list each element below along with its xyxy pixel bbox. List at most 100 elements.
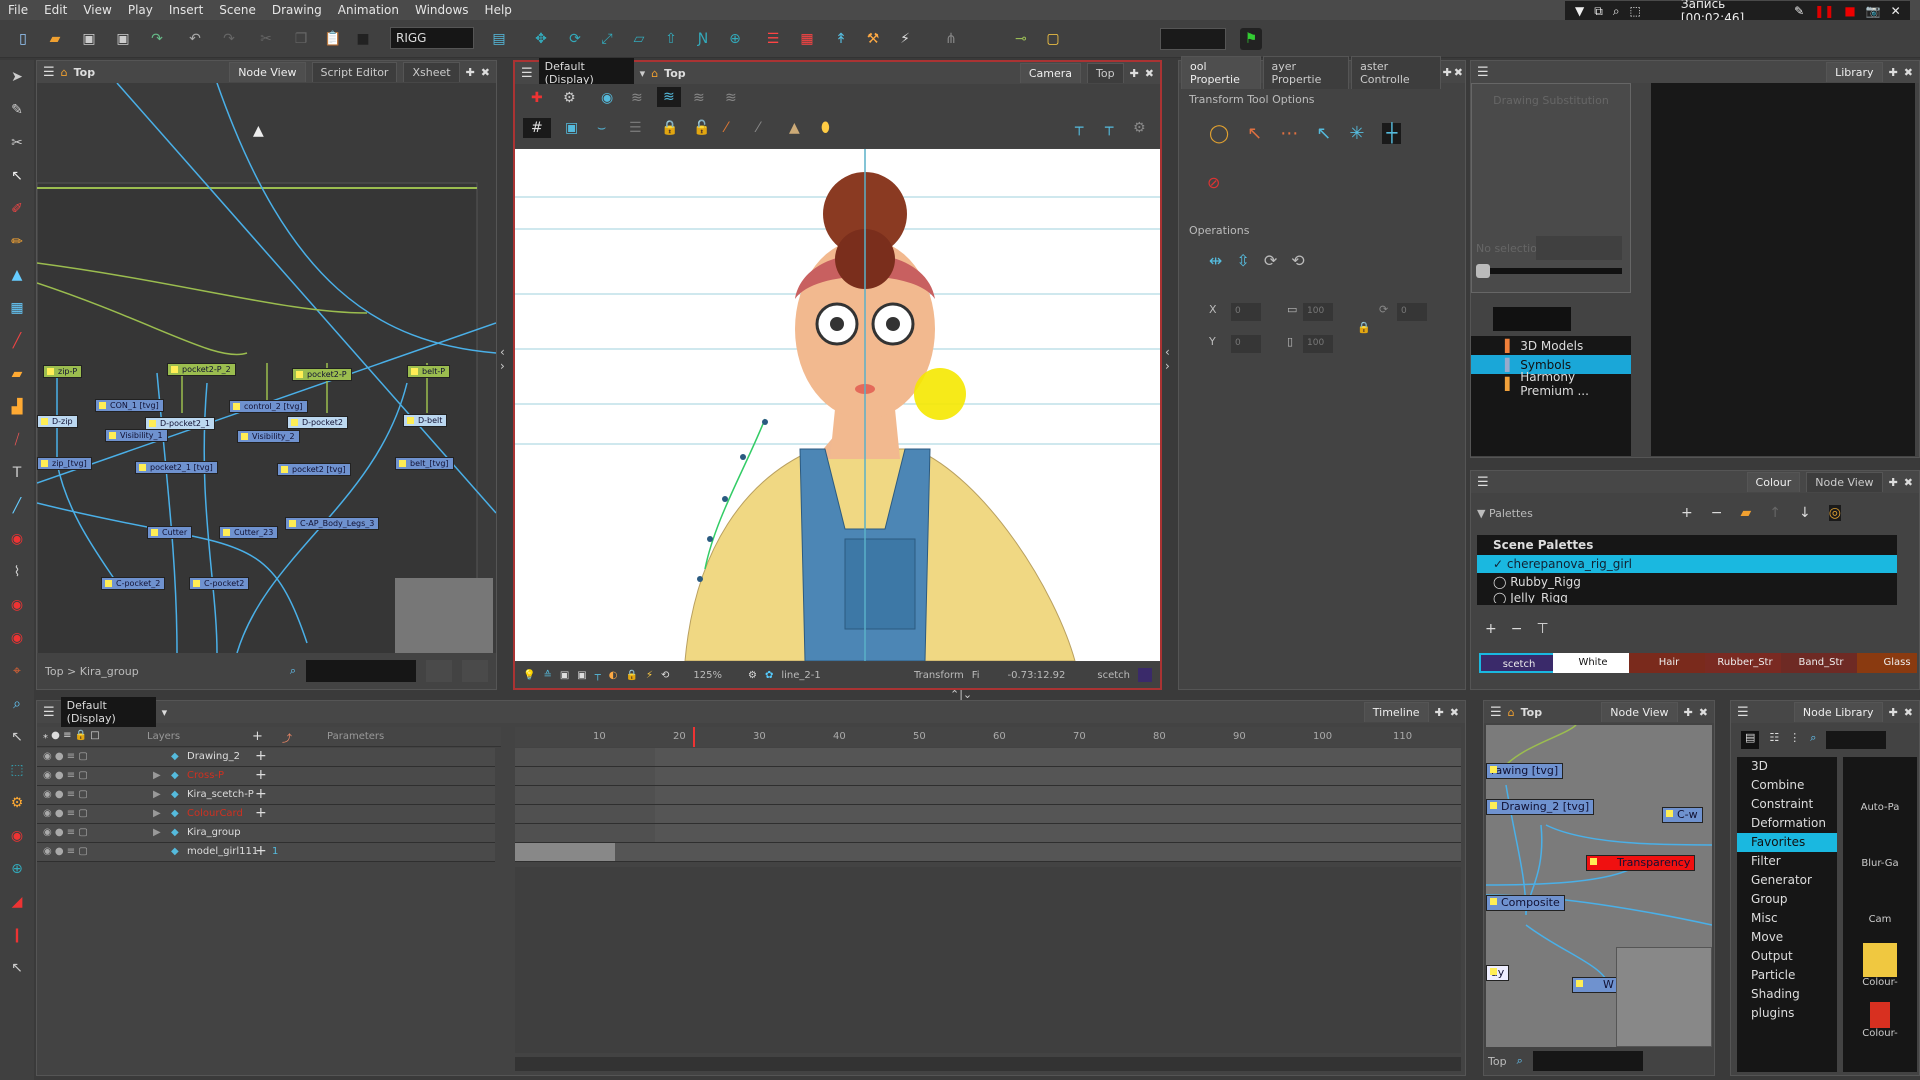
y-field[interactable]: 0 — [1231, 335, 1261, 353]
node-category-item[interactable]: Favorites — [1737, 833, 1837, 852]
lock-icon[interactable]: 🔒 — [626, 670, 638, 681]
exposure-block[interactable] — [515, 786, 655, 804]
polyline-icon[interactable]: ▦ — [0, 291, 34, 324]
lasso-points-icon[interactable]: ⋯ — [1280, 123, 1298, 144]
library-search-input[interactable] — [1493, 307, 1571, 331]
tab-layer-properties[interactable]: ayer Propertie — [1262, 55, 1350, 89]
unlock-icon[interactable]: 🔓 — [693, 120, 710, 136]
node-library-search[interactable] — [1826, 731, 1887, 749]
remove-colour-icon[interactable]: − — [1511, 621, 1523, 637]
tab-library[interactable]: Library — [1826, 62, 1883, 82]
deformer-select[interactable] — [1160, 28, 1226, 50]
expand-icon[interactable]: ▶ — [153, 808, 161, 819]
x-field[interactable]: 0 — [1231, 303, 1261, 321]
list-view-icon[interactable]: ☷ — [1769, 731, 1779, 749]
substitution-slider[interactable] — [1476, 264, 1622, 278]
node-c-w[interactable]: C-w — [1662, 807, 1703, 823]
text-tool-icon[interactable]: T — [0, 456, 34, 489]
display-select[interactable]: Default (Display) — [60, 697, 156, 727]
layer-row[interactable]: ◉ ● ≡ ▢ ▶ ◆ Cross-P + — [37, 767, 495, 786]
palette-item[interactable]: ✓ cherepanova_rig_girl — [1477, 555, 1897, 573]
undo-icon[interactable]: ↶ — [184, 28, 206, 50]
rotate-ccw-90-icon[interactable]: ⟲ — [1291, 251, 1304, 270]
transform-alt-icon[interactable]: ⬚ — [0, 753, 34, 786]
node-category-item[interactable]: Particle — [1737, 966, 1837, 985]
layer-row[interactable]: ◉ ● ≡ ▢ ◆ model_girl111 +1 — [37, 843, 495, 862]
tab-camera[interactable]: Camera — [1019, 63, 1081, 83]
node-transparency[interactable]: Transparency — [1586, 855, 1696, 871]
menu-icon[interactable]: ☰ — [1477, 475, 1489, 490]
add-panel-icon[interactable]: ✚ — [1435, 706, 1444, 719]
unpaint-icon[interactable]: ◉ — [0, 588, 34, 621]
node-search-input[interactable] — [1532, 1051, 1643, 1071]
layer-toggles-icon[interactable]: ◉ ● ≡ ▢ — [43, 770, 88, 781]
reset-icon[interactable]: ⟲ — [661, 670, 669, 681]
swatch-rubber-str[interactable]: Rubber_Str — [1705, 653, 1785, 673]
rotate-icon[interactable]: ⟳ — [564, 28, 586, 50]
close-panel-icon[interactable]: ✖ — [1904, 476, 1913, 489]
next-button[interactable] — [462, 660, 488, 682]
palettes-toggle[interactable]: ▼ Palettes — [1477, 507, 1533, 520]
node-category-item[interactable]: Constraint — [1737, 795, 1837, 814]
eye-icon[interactable]: ◉ — [601, 90, 613, 106]
frame-row[interactable] — [515, 748, 1461, 767]
node-w[interactable]: W — [1572, 977, 1619, 993]
redo-icon[interactable]: ↷ — [218, 28, 240, 50]
node-search-input[interactable] — [306, 660, 416, 682]
frame-grid[interactable] — [515, 748, 1461, 868]
frame-row[interactable] — [515, 805, 1461, 824]
pivot-select-icon[interactable]: ┼ — [1382, 123, 1402, 144]
tab-tool-properties[interactable]: ool Propertie — [1181, 55, 1261, 89]
node-category-item[interactable]: Misc — [1737, 909, 1837, 928]
layer-toggles-icon[interactable]: ◉ ● ≡ ▢ — [43, 789, 88, 800]
tab-master-controller[interactable]: aster Controlle — [1351, 55, 1441, 89]
lightbulb-icon[interactable]: 💡 — [523, 670, 535, 681]
node-category-item[interactable]: Group — [1737, 890, 1837, 909]
exposure-block[interactable] — [515, 824, 655, 842]
node-pocket2-p[interactable]: pocket2-P — [292, 368, 352, 381]
swatch-glass[interactable]: Glass — [1857, 653, 1917, 673]
new-scene-icon[interactable]: ▯ — [12, 28, 34, 50]
transform-tool-icon[interactable]: ↖ — [0, 159, 34, 192]
align-icon[interactable]: ☰ — [629, 120, 642, 136]
add-keyframe-icon[interactable]: + — [255, 805, 267, 821]
onion-icon[interactable]: ◐ — [609, 670, 618, 681]
preview-colour-override[interactable]: Colour- — [1843, 1028, 1917, 1039]
add-panel-icon[interactable]: ✚ — [1889, 706, 1898, 719]
frame-icon[interactable]: ▣ — [560, 670, 569, 681]
workspace-select[interactable]: RIGG — [390, 27, 474, 49]
layer-toggles-icon[interactable]: ◉ ● ≡ ▢ — [43, 827, 88, 838]
add-layer-icon[interactable]: + — [252, 729, 263, 744]
cut-icon[interactable]: ✂ — [255, 28, 277, 50]
cutter-icon[interactable]: ✂ — [0, 126, 34, 159]
exposure-block[interactable] — [515, 805, 655, 823]
workspace-manager-icon[interactable]: ▤ — [488, 28, 510, 50]
node-c-pocket2[interactable]: C-pocket2 — [189, 577, 250, 590]
node-category-item[interactable]: 3D — [1737, 757, 1837, 776]
palette-item[interactable]: ◯ Jelly_Rigg — [1477, 591, 1897, 603]
tab-script-editor[interactable]: Script Editor — [311, 62, 398, 82]
envelope-icon[interactable]: ▢ — [1042, 28, 1064, 50]
layer-name[interactable]: ColourCard — [187, 808, 243, 819]
layer-toggles-icon[interactable]: ◉ ● ≡ ▢ — [43, 751, 88, 762]
swatch-hair[interactable]: Hair — [1629, 653, 1709, 673]
close-panel-icon[interactable]: ✖ — [1145, 67, 1154, 80]
node-control-2[interactable]: control_2 [tvg] — [229, 400, 308, 413]
light-icon[interactable]: ▲ — [789, 120, 800, 136]
layers-c-icon[interactable]: ≋ — [693, 90, 705, 106]
rigging-icon[interactable]: ⚙ — [0, 786, 34, 819]
tab-timeline[interactable]: Timeline — [1363, 702, 1429, 722]
playhead[interactable] — [693, 727, 695, 747]
magic-icon[interactable]: ⚡ — [894, 28, 916, 50]
close-panel-icon[interactable]: ✖ — [481, 66, 490, 79]
add-palette-icon[interactable]: + — [1681, 505, 1693, 521]
layer-name[interactable]: model_girl111 — [187, 846, 258, 857]
pointer-icon[interactable]: ↖ — [0, 951, 34, 984]
menu-icon[interactable]: ☰ — [1477, 65, 1489, 80]
lasso-icon[interactable]: ◯ — [1209, 123, 1229, 144]
paint-pot-icon[interactable]: ◉ — [0, 819, 34, 852]
colour-swatch[interactable] — [1138, 668, 1152, 682]
scale-icon[interactable]: ⤢ — [596, 28, 618, 50]
menu-help[interactable]: Help — [477, 3, 520, 17]
visibility-toggles-icon[interactable]: ⁎ ● ≡ 🔒 □ — [43, 730, 100, 741]
